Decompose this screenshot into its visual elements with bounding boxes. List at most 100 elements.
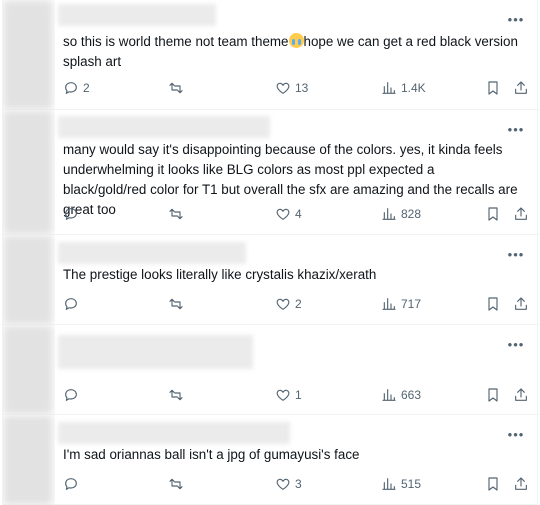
- like-count: 4: [295, 207, 302, 221]
- like-icon: [276, 389, 290, 401]
- reply-button[interactable]: [63, 474, 83, 494]
- views-icon: [382, 389, 396, 401]
- views-button[interactable]: 717: [381, 294, 421, 314]
- retweet-button[interactable]: [168, 294, 188, 314]
- share-icon: [515, 207, 527, 220]
- like-icon: [276, 298, 290, 310]
- action-bar: 4 828: [3, 204, 539, 224]
- view-count: 663: [401, 388, 422, 402]
- share-icon: [515, 297, 527, 310]
- action-bar: 2 717: [3, 294, 539, 314]
- like-count: 3: [295, 477, 302, 491]
- reply-button[interactable]: [63, 204, 83, 224]
- blurred-username: [58, 4, 216, 26]
- bookmark-icon: [488, 388, 498, 402]
- reply-item[interactable]: ••• many would say it's disappointing be…: [3, 110, 539, 235]
- more-options-button[interactable]: •••: [507, 425, 525, 443]
- views-icon: [382, 298, 396, 310]
- reply-icon: [65, 82, 77, 94]
- more-icon: •••: [507, 426, 525, 442]
- share-button[interactable]: [513, 294, 529, 314]
- reply-text-part: so this is world theme not team theme: [63, 34, 289, 49]
- bookmark-button[interactable]: [485, 294, 501, 314]
- reply-text: so this is world theme not team theme hop…: [63, 32, 519, 72]
- reply-button[interactable]: [63, 294, 83, 314]
- retweet-button[interactable]: [168, 385, 188, 405]
- reply-icon: [65, 298, 77, 310]
- view-count: 1.4K: [401, 81, 426, 95]
- retweet-button[interactable]: [168, 204, 188, 224]
- more-options-button[interactable]: •••: [507, 120, 525, 138]
- like-button[interactable]: 4: [275, 204, 302, 224]
- reply-text: I'm sad oriannas ball isn't a jpg of gum…: [63, 447, 360, 462]
- share-button[interactable]: [513, 204, 529, 224]
- more-options-button[interactable]: •••: [507, 335, 525, 353]
- like-button[interactable]: 13: [275, 78, 308, 98]
- more-icon: •••: [507, 121, 525, 137]
- reply-count: 2: [83, 81, 90, 95]
- retweet-icon: [169, 389, 183, 401]
- like-count: 13: [295, 81, 309, 95]
- share-button[interactable]: [513, 78, 529, 98]
- blurred-username: [58, 242, 246, 264]
- action-bar: 3 515: [3, 474, 539, 494]
- like-icon: [276, 82, 290, 94]
- like-button[interactable]: 2: [275, 294, 302, 314]
- reply-button[interactable]: [63, 385, 83, 405]
- more-icon: •••: [507, 336, 525, 352]
- views-button[interactable]: 828: [381, 204, 421, 224]
- share-button[interactable]: [513, 474, 529, 494]
- views-button[interactable]: 663: [381, 385, 421, 405]
- reply-item[interactable]: ••• 1 663: [3, 325, 539, 415]
- bookmark-button[interactable]: [485, 474, 501, 494]
- reply-icon: [65, 478, 77, 490]
- reply-icon: [65, 208, 77, 220]
- bookmark-icon: [488, 207, 498, 221]
- views-button[interactable]: 515: [381, 474, 421, 494]
- views-icon: [382, 82, 396, 94]
- retweet-icon: [169, 478, 183, 490]
- share-icon: [515, 388, 527, 401]
- reply-item[interactable]: ••• The prestige looks literally like cr…: [3, 235, 539, 325]
- action-bar: 2 13 1.4K: [3, 78, 539, 98]
- replies-feed: ••• so this is world theme not team them…: [2, 0, 539, 505]
- like-count: 1: [295, 388, 302, 402]
- reply-item[interactable]: ••• I'm sad oriannas ball isn't a jpg of…: [3, 415, 539, 505]
- views-icon: [382, 208, 396, 220]
- retweet-icon: [169, 298, 183, 310]
- reply-icon: [65, 389, 77, 401]
- loudly-crying-face-emoji: [288, 33, 304, 48]
- share-button[interactable]: [513, 385, 529, 405]
- more-icon: •••: [507, 246, 525, 262]
- bookmark-icon: [488, 477, 498, 491]
- more-options-button[interactable]: •••: [507, 10, 525, 28]
- like-button[interactable]: 3: [275, 474, 302, 494]
- bookmark-button[interactable]: [485, 204, 501, 224]
- bookmark-button[interactable]: [485, 385, 501, 405]
- views-button[interactable]: 1.4K: [381, 78, 426, 98]
- like-button[interactable]: 1: [275, 385, 302, 405]
- like-icon: [276, 478, 290, 490]
- more-options-button[interactable]: •••: [507, 245, 525, 263]
- like-count: 2: [295, 297, 302, 311]
- more-icon: •••: [507, 11, 525, 27]
- like-icon: [276, 208, 290, 220]
- retweet-icon: [169, 208, 183, 220]
- share-icon: [515, 477, 527, 490]
- bookmark-button[interactable]: [485, 78, 501, 98]
- bookmark-icon: [488, 297, 498, 311]
- blurred-username: [58, 422, 290, 444]
- reply-item[interactable]: ••• so this is world theme not team them…: [3, 0, 539, 110]
- blurred-username: [58, 335, 253, 369]
- view-count: 515: [401, 477, 422, 491]
- view-count: 828: [401, 207, 422, 221]
- views-icon: [382, 478, 396, 490]
- retweet-button[interactable]: [168, 78, 188, 98]
- action-bar: 1 663: [3, 385, 539, 405]
- retweet-icon: [169, 82, 183, 94]
- reply-button[interactable]: 2: [63, 78, 90, 98]
- reply-text: The prestige looks literally like crysta…: [63, 267, 377, 282]
- share-icon: [515, 81, 527, 94]
- view-count: 717: [401, 297, 422, 311]
- retweet-button[interactable]: [168, 474, 188, 494]
